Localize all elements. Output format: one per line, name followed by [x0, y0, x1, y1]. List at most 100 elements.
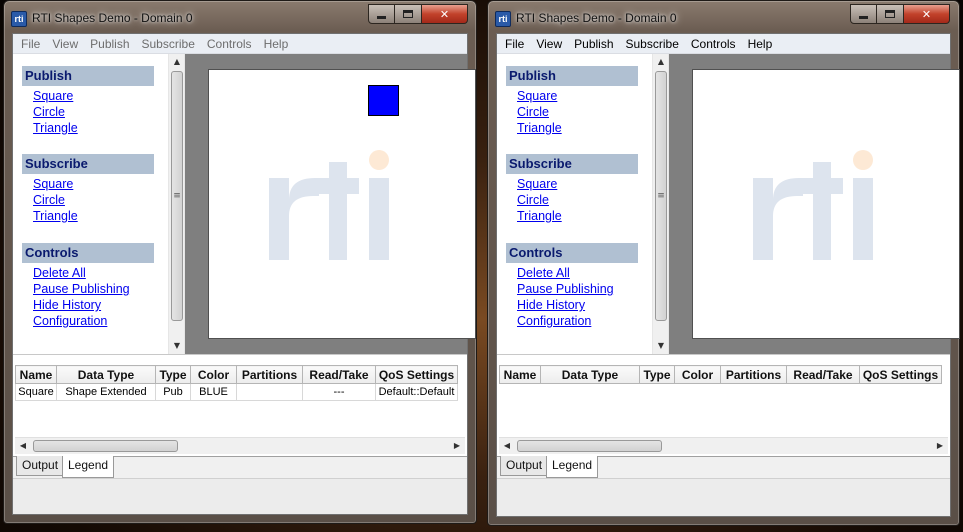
- scroll-left-icon[interactable]: ◀: [15, 438, 31, 454]
- col-color-header[interactable]: Color: [190, 365, 237, 384]
- cell-read-take: ---: [302, 383, 376, 401]
- controls-header: Controls: [22, 243, 154, 263]
- scroll-up-icon[interactable]: ▲: [169, 54, 185, 70]
- logo-i-dot: [369, 150, 389, 170]
- col-qos-header[interactable]: QoS Settings: [375, 365, 458, 384]
- bottom-tabs: Output Legend: [497, 456, 950, 478]
- subscribe-section: Subscribe Square Circle Triangle: [22, 154, 154, 224]
- menu-help[interactable]: Help: [742, 37, 779, 51]
- table-horizontal-scrollbar[interactable]: ◀ ▶: [499, 437, 948, 454]
- logo-r-arm: [289, 178, 319, 216]
- shapes-demo-window-2[interactable]: rti RTI Shapes Demo - Domain 0 ✕ File Vi…: [487, 0, 960, 526]
- publish-triangle-link[interactable]: Triangle: [517, 120, 638, 136]
- shapes-demo-window-1[interactable]: rti RTI Shapes Demo - Domain 0 ✕ File Vi…: [3, 0, 477, 524]
- title-bar[interactable]: rti RTI Shapes Demo - Domain 0 ✕: [488, 1, 959, 33]
- col-data-type-header[interactable]: Data Type: [540, 365, 640, 384]
- controls-section: Controls Delete All Pause Publishing Hid…: [22, 243, 154, 329]
- published-square-shape[interactable]: [368, 85, 399, 116]
- logo-i-stem: [853, 178, 873, 260]
- scroll-down-icon[interactable]: ▼: [653, 338, 669, 354]
- publish-circle-link[interactable]: Circle: [33, 104, 154, 120]
- legend-table: Name Data Type Type Color Partitions Rea…: [15, 365, 458, 401]
- shapes-canvas[interactable]: [692, 69, 960, 339]
- col-partitions-header[interactable]: Partitions: [236, 365, 303, 384]
- menu-publish[interactable]: Publish: [568, 37, 619, 51]
- menu-view[interactable]: View: [46, 37, 84, 51]
- scroll-right-icon[interactable]: ▶: [449, 438, 465, 454]
- tab-output[interactable]: Output: [500, 456, 549, 476]
- publish-triangle-link[interactable]: Triangle: [33, 120, 154, 136]
- scroll-right-icon[interactable]: ▶: [932, 438, 948, 454]
- menu-subscribe[interactable]: Subscribe: [136, 37, 201, 51]
- subscribe-square-link[interactable]: Square: [33, 176, 154, 192]
- menu-subscribe[interactable]: Subscribe: [620, 37, 685, 51]
- col-partitions-header[interactable]: Partitions: [720, 365, 787, 384]
- table-horizontal-scrollbar[interactable]: ◀ ▶: [15, 437, 465, 454]
- subscribe-triangle-link[interactable]: Triangle: [517, 208, 638, 224]
- logo-r-stem: [269, 178, 289, 260]
- col-read-take-header[interactable]: Read/Take: [302, 365, 376, 384]
- delete-all-link[interactable]: Delete All: [33, 265, 154, 281]
- maximize-icon: [403, 10, 413, 18]
- maximize-icon: [885, 10, 895, 18]
- maximize-button[interactable]: [395, 4, 422, 24]
- publish-square-link[interactable]: Square: [33, 88, 154, 104]
- publish-circle-link[interactable]: Circle: [517, 104, 638, 120]
- col-type-header[interactable]: Type: [155, 365, 191, 384]
- minimize-button[interactable]: [850, 4, 877, 24]
- pause-publishing-link[interactable]: Pause Publishing: [33, 281, 154, 297]
- bottom-tabs: Output Legend: [13, 456, 467, 478]
- logo-i-stem: [369, 178, 389, 260]
- col-name-header[interactable]: Name: [15, 365, 57, 384]
- cell-partitions: [236, 383, 303, 401]
- menu-bar: File View Publish Subscribe Controls Hel…: [497, 34, 950, 54]
- menu-controls[interactable]: Controls: [201, 37, 258, 51]
- col-read-take-header[interactable]: Read/Take: [786, 365, 860, 384]
- rti-app-icon: rti: [495, 11, 511, 27]
- pause-publishing-link[interactable]: Pause Publishing: [517, 281, 638, 297]
- legend-panel: Name Data Type Type Color Partitions Rea…: [497, 354, 950, 456]
- cell-type: Pub: [155, 383, 191, 401]
- scroll-thumb[interactable]: ≡: [655, 71, 667, 321]
- title-bar[interactable]: rti RTI Shapes Demo - Domain 0 ✕: [4, 1, 476, 33]
- tab-legend[interactable]: Legend: [62, 456, 115, 478]
- table-header-row: Name Data Type Type Color Partitions Rea…: [15, 365, 458, 384]
- col-qos-header[interactable]: QoS Settings: [859, 365, 942, 384]
- col-color-header[interactable]: Color: [674, 365, 721, 384]
- panel-vertical-scrollbar[interactable]: ▲ ≡ ▼: [168, 54, 185, 354]
- subscribe-circle-link[interactable]: Circle: [33, 192, 154, 208]
- scroll-thumb[interactable]: [517, 440, 662, 452]
- col-name-header[interactable]: Name: [499, 365, 541, 384]
- minimize-button[interactable]: [368, 4, 395, 24]
- scroll-thumb[interactable]: ≡: [171, 71, 183, 321]
- subscribe-square-link[interactable]: Square: [517, 176, 638, 192]
- menu-file[interactable]: File: [15, 37, 46, 51]
- close-button[interactable]: ✕: [904, 4, 950, 24]
- menu-view[interactable]: View: [530, 37, 568, 51]
- publish-square-link[interactable]: Square: [517, 88, 638, 104]
- subscribe-triangle-link[interactable]: Triangle: [33, 208, 154, 224]
- table-row[interactable]: Square Shape Extended Pub BLUE --- Defau…: [15, 383, 458, 401]
- scroll-left-icon[interactable]: ◀: [499, 438, 515, 454]
- scroll-thumb[interactable]: [33, 440, 178, 452]
- configuration-link[interactable]: Configuration: [33, 313, 154, 329]
- close-button[interactable]: ✕: [422, 4, 468, 24]
- maximize-button[interactable]: [877, 4, 904, 24]
- col-data-type-header[interactable]: Data Type: [56, 365, 156, 384]
- configuration-link[interactable]: Configuration: [517, 313, 638, 329]
- subscribe-circle-link[interactable]: Circle: [517, 192, 638, 208]
- tab-legend[interactable]: Legend: [546, 456, 599, 478]
- tab-output[interactable]: Output: [16, 456, 65, 476]
- menu-publish[interactable]: Publish: [84, 37, 135, 51]
- panel-vertical-scrollbar[interactable]: ▲ ≡ ▼: [652, 54, 669, 354]
- delete-all-link[interactable]: Delete All: [517, 265, 638, 281]
- menu-controls[interactable]: Controls: [685, 37, 742, 51]
- menu-help[interactable]: Help: [258, 37, 295, 51]
- hide-history-link[interactable]: Hide History: [33, 297, 154, 313]
- scroll-down-icon[interactable]: ▼: [169, 338, 185, 354]
- scroll-up-icon[interactable]: ▲: [653, 54, 669, 70]
- hide-history-link[interactable]: Hide History: [517, 297, 638, 313]
- menu-file[interactable]: File: [499, 37, 530, 51]
- shapes-canvas[interactable]: [208, 69, 476, 339]
- col-type-header[interactable]: Type: [639, 365, 675, 384]
